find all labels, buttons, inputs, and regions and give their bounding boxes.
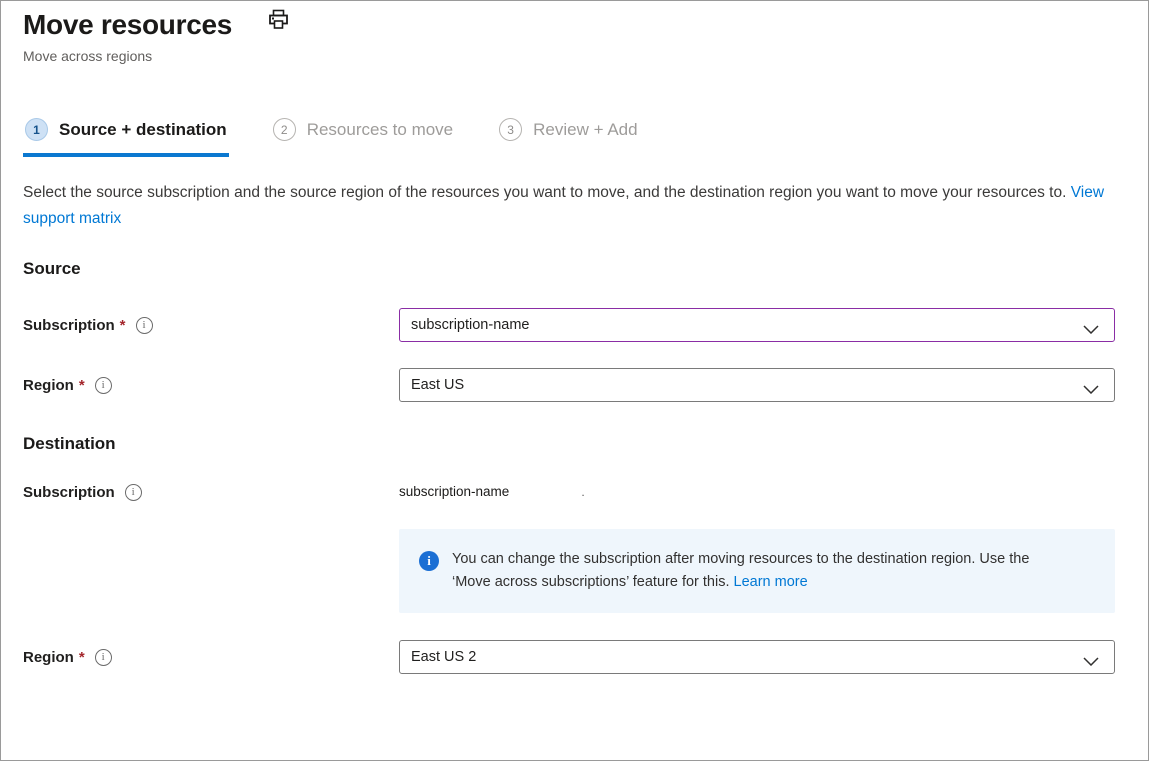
destination-section-heading: Destination: [23, 434, 1115, 454]
required-marker: *: [79, 377, 85, 394]
chevron-down-icon: [1083, 654, 1099, 670]
source-section-heading: Source: [23, 259, 1115, 279]
source-region-value: East US: [411, 377, 464, 393]
tab-label: Source + destination: [59, 120, 227, 140]
info-icon[interactable]: i: [95, 377, 112, 394]
required-marker: *: [79, 649, 85, 666]
tab-source-destination[interactable]: 1 Source + destination: [23, 118, 229, 157]
page-title: Move resources: [23, 9, 232, 41]
destination-region-row: Region * i East US 2: [23, 640, 1115, 674]
move-resources-page: Move resources Move across regions 1 Sou…: [0, 0, 1149, 761]
info-box-row: i You can change the subscription after …: [23, 529, 1115, 613]
stray-dot: .: [581, 485, 584, 499]
destination-region-label: Region: [23, 649, 74, 666]
subscription-info-box: i You can change the subscription after …: [399, 529, 1115, 613]
wizard-tabs: 1 Source + destination 2 Resources to mo…: [23, 118, 1115, 157]
required-marker: *: [120, 317, 126, 334]
source-region-label: Region: [23, 377, 74, 394]
destination-region-value: East US 2: [411, 649, 476, 665]
chevron-down-icon: [1083, 382, 1099, 398]
destination-subscription-value: subscription-name: [399, 484, 509, 499]
info-box-text: You can change the subscription after mo…: [452, 548, 1060, 594]
source-subscription-dropdown[interactable]: subscription-name: [399, 308, 1115, 342]
info-icon[interactable]: i: [136, 317, 153, 334]
chevron-down-icon: [1083, 322, 1099, 338]
source-subscription-label: Subscription: [23, 317, 115, 334]
description-text: Select the source subscription and the s…: [23, 184, 1071, 201]
tab-label: Resources to move: [307, 120, 453, 140]
destination-subscription-row: Subscription i subscription-name.: [23, 483, 1115, 501]
source-region-row: Region * i East US: [23, 368, 1115, 402]
step-2-badge: 2: [273, 118, 296, 141]
page-header: Move resources Move across regions: [23, 9, 1115, 64]
step-1-badge: 1: [25, 118, 48, 141]
info-icon[interactable]: i: [95, 649, 112, 666]
source-subscription-value: subscription-name: [411, 317, 529, 333]
tab-label: Review + Add: [533, 120, 637, 140]
destination-subscription-label: Subscription: [23, 484, 115, 501]
tab-resources-to-move[interactable]: 2 Resources to move: [271, 118, 455, 157]
print-icon[interactable]: [268, 9, 289, 35]
source-region-dropdown[interactable]: East US: [399, 368, 1115, 402]
page-subtitle: Move across regions: [23, 48, 1115, 64]
destination-region-dropdown[interactable]: East US 2: [399, 640, 1115, 674]
step-3-badge: 3: [499, 118, 522, 141]
learn-more-link[interactable]: Learn more: [734, 574, 808, 590]
tab-review-add[interactable]: 3 Review + Add: [497, 118, 639, 157]
source-subscription-row: Subscription * i subscription-name: [23, 308, 1115, 342]
info-icon[interactable]: i: [125, 484, 142, 501]
info-filled-icon: i: [419, 551, 439, 571]
page-description: Select the source subscription and the s…: [23, 180, 1115, 232]
